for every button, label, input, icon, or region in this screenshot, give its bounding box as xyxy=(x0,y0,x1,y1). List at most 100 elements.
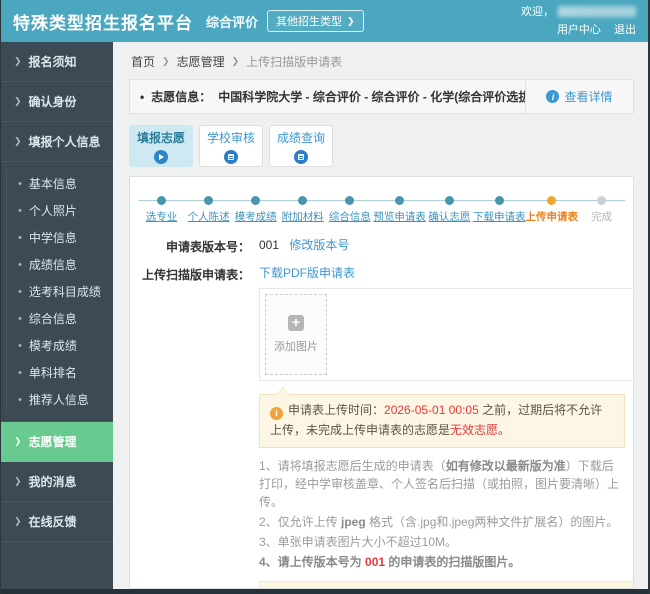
chevron-right-icon: ❯ xyxy=(14,436,22,446)
tab-label: 填报志愿 xyxy=(136,130,185,145)
sidebar-item-basic-info[interactable]: • 基本信息 xyxy=(7,170,113,197)
breadcrumb-home[interactable]: 首页 xyxy=(131,53,155,70)
step-label[interactable]: 综合信息 xyxy=(329,209,371,224)
deadline-time: 2026-05-01 00:05 xyxy=(384,403,479,417)
chevron-right-icon: ❯ xyxy=(347,15,355,26)
sidebar-item-photo[interactable]: • 个人照片 xyxy=(7,197,113,224)
bullet-icon: • xyxy=(140,89,145,104)
bullet-icon: • xyxy=(18,366,22,379)
step-dot xyxy=(444,196,454,205)
instruction-line-3: 3、单张申请表图片大小不超过10M。 xyxy=(259,534,458,549)
instruction-line-1: 1、请将填报志愿后生成的申请表（如有修改以最新版为准）下载后打印，经中学审核盖章… xyxy=(259,458,620,509)
sidebar-item-grades[interactable]: • 成绩信息 xyxy=(7,251,113,278)
view-details-label: 查看详情 xyxy=(564,90,613,104)
application-info-label: 志愿信息： xyxy=(151,90,212,104)
sidebar-item-messages[interactable]: ❯ 我的消息 xyxy=(1,462,113,502)
sidebar-item-elective-scores[interactable]: • 选考科目成绩 xyxy=(7,278,113,305)
tab-score-query[interactable]: 成绩查询 xyxy=(269,125,333,167)
step-comprehensive-info[interactable]: 综合信息 xyxy=(326,193,374,224)
version-label: 申请表版本号： xyxy=(165,240,250,254)
step-preview-form[interactable]: 预览申请表 xyxy=(373,193,426,224)
sidebar-item-label: 单科排名 xyxy=(28,366,77,380)
info-icon: i xyxy=(270,406,283,420)
breadcrumb: 首页 ❯ 志愿管理 ❯ 上传扫描版申请表 xyxy=(129,50,634,79)
sidebar: ❯ 报名须知 ❯ 确认身份 ❯ 填报个人信息 • 基本信息 • 个人照片 • 中… xyxy=(1,42,113,589)
step-label: 完成 xyxy=(591,211,612,223)
instruction-line-2: 2、仅允许上传 jpeg 格式（含.jpg和.jpeg两种文件扩展名）的图片。 xyxy=(259,514,619,529)
app-header: 特殊类型招生报名平台 综合评价 其他招生类型 ❯ 欢迎， 用户中心 退出 xyxy=(1,0,648,42)
bullet-icon: • xyxy=(18,231,22,244)
step-label[interactable]: 选专业 xyxy=(146,209,178,224)
view-details-button[interactable]: i 查看详情 xyxy=(525,80,633,113)
step-confirm-application[interactable]: 确认志愿 xyxy=(425,193,474,224)
sidebar-sub-menu: • 基本信息 • 个人照片 • 中学信息 • 成绩信息 • 选考科目成绩 • 综… xyxy=(6,169,113,414)
step-choose-major[interactable]: 选专业 xyxy=(138,193,186,224)
step-label[interactable]: 个人陈述 xyxy=(188,209,230,224)
step-label[interactable]: 确认志愿 xyxy=(428,209,470,224)
upload-label: 上传扫描版申请表： xyxy=(141,268,250,282)
upload-row: 上传扫描版申请表： 下载PDF版申请表 + 添加图片 xyxy=(138,264,633,381)
chevron-right-icon: ❯ xyxy=(14,96,22,106)
download-pdf-link[interactable]: 下载PDF版申请表 xyxy=(259,266,355,280)
sidebar-item-label: 推荐人信息 xyxy=(28,393,89,407)
other-enroll-type-label: 其他招生类型 xyxy=(276,16,343,28)
tab-fill-application[interactable]: 填报志愿 xyxy=(129,125,193,167)
tab-label: 成绩查询 xyxy=(276,130,325,145)
sidebar-item-label: 基本信息 xyxy=(28,177,77,191)
sidebar-item-notice[interactable]: ❯ 报名须知 xyxy=(1,42,113,82)
step-dot xyxy=(298,196,308,205)
tab-label: 学校审核 xyxy=(206,130,255,145)
chevron-right-icon: ❯ xyxy=(14,476,22,486)
step-finish: 完成 xyxy=(577,193,626,224)
sidebar-item-school-info[interactable]: • 中学信息 xyxy=(7,224,113,251)
step-dot xyxy=(547,196,557,205)
sidebar-item-label: 成绩信息 xyxy=(28,258,77,272)
step-label[interactable]: 下载申请表 xyxy=(473,209,526,224)
stage-tabs: 填报志愿 学校审核 成绩查询 xyxy=(129,125,634,167)
sidebar-item-label: 模考成绩 xyxy=(28,339,77,353)
deadline-text-end: 。 xyxy=(498,422,511,437)
sidebar-item-mock-exam[interactable]: • 模考成绩 xyxy=(7,332,113,359)
logout-link[interactable]: 退出 xyxy=(614,24,636,36)
sidebar-item-identity[interactable]: ❯ 确认身份 xyxy=(1,82,113,122)
sidebar-item-label: 个人照片 xyxy=(28,204,77,218)
sidebar-item-application-management[interactable]: ❯ 志愿管理 xyxy=(1,422,113,462)
sidebar-item-recommender[interactable]: • 推荐人信息 xyxy=(7,386,113,413)
instruction-line-4: 4、请上传版本号为 001 的申请表的扫描版图片。 xyxy=(259,554,521,569)
step-additional-materials[interactable]: 附加材料 xyxy=(279,193,327,224)
step-label[interactable]: 模考成绩 xyxy=(235,209,277,224)
other-enroll-type-button[interactable]: 其他招生类型 ❯ xyxy=(267,10,364,32)
breadcrumb-section[interactable]: 志愿管理 xyxy=(177,53,225,70)
bullet-icon: • xyxy=(18,204,22,217)
sidebar-item-comprehensive-info[interactable]: • 综合信息 xyxy=(7,305,113,332)
deadline-notice: i 申请表上传时间：2026-05-01 00:05 之前，过期后将不允许上传，未… xyxy=(259,387,625,448)
bullet-icon: • xyxy=(18,312,22,325)
sidebar-item-label: 报名须知 xyxy=(28,55,77,69)
bullet-icon: • xyxy=(18,393,22,406)
sidebar-item-personal-info[interactable]: ❯ 填报个人信息 xyxy=(1,122,113,162)
track-label: 综合评价 xyxy=(206,14,259,30)
bullet-icon: • xyxy=(18,285,22,298)
user-center-link[interactable]: 用户中心 xyxy=(557,24,601,36)
window-bottom-edge xyxy=(1,589,648,594)
step-personal-statement[interactable]: 个人陈述 xyxy=(185,193,233,224)
step-label[interactable]: 附加材料 xyxy=(282,209,324,224)
content-card: 选专业 个人陈述 模考成绩 附加材料 综合信息 预览申请表 确认志愿 下载申请表… xyxy=(129,176,634,589)
app-window: 特殊类型招生报名平台 综合评价 其他招生类型 ❯ 欢迎， 用户中心 退出 ❯ 报… xyxy=(0,0,650,594)
info-icon: i xyxy=(546,90,560,103)
chevron-right-icon: ❯ xyxy=(14,136,22,146)
step-download-form[interactable]: 下载申请表 xyxy=(472,193,526,224)
chevron-right-icon: ❯ xyxy=(14,56,22,66)
step-mock-scores[interactable]: 模考成绩 xyxy=(232,193,280,224)
breadcrumb-current: 上传扫描版申请表 xyxy=(246,55,343,69)
sidebar-item-subject-rank[interactable]: • 单科排名 xyxy=(7,359,113,386)
main-content: 首页 ❯ 志愿管理 ❯ 上传扫描版申请表 • 志愿信息： 中国科学院大学 - 综… xyxy=(113,42,648,589)
sidebar-item-label: 在线反馈 xyxy=(28,515,77,529)
step-label: 上传申请表 xyxy=(525,211,578,223)
add-image-button[interactable]: + 添加图片 xyxy=(265,294,327,375)
tab-school-review[interactable]: 学校审核 xyxy=(199,125,263,167)
plus-icon: + xyxy=(288,315,304,331)
step-label[interactable]: 预览申请表 xyxy=(373,209,426,224)
edit-version-link[interactable]: 修改版本号 xyxy=(289,238,349,252)
sidebar-item-feedback[interactable]: ❯ 在线反馈 xyxy=(1,502,113,542)
